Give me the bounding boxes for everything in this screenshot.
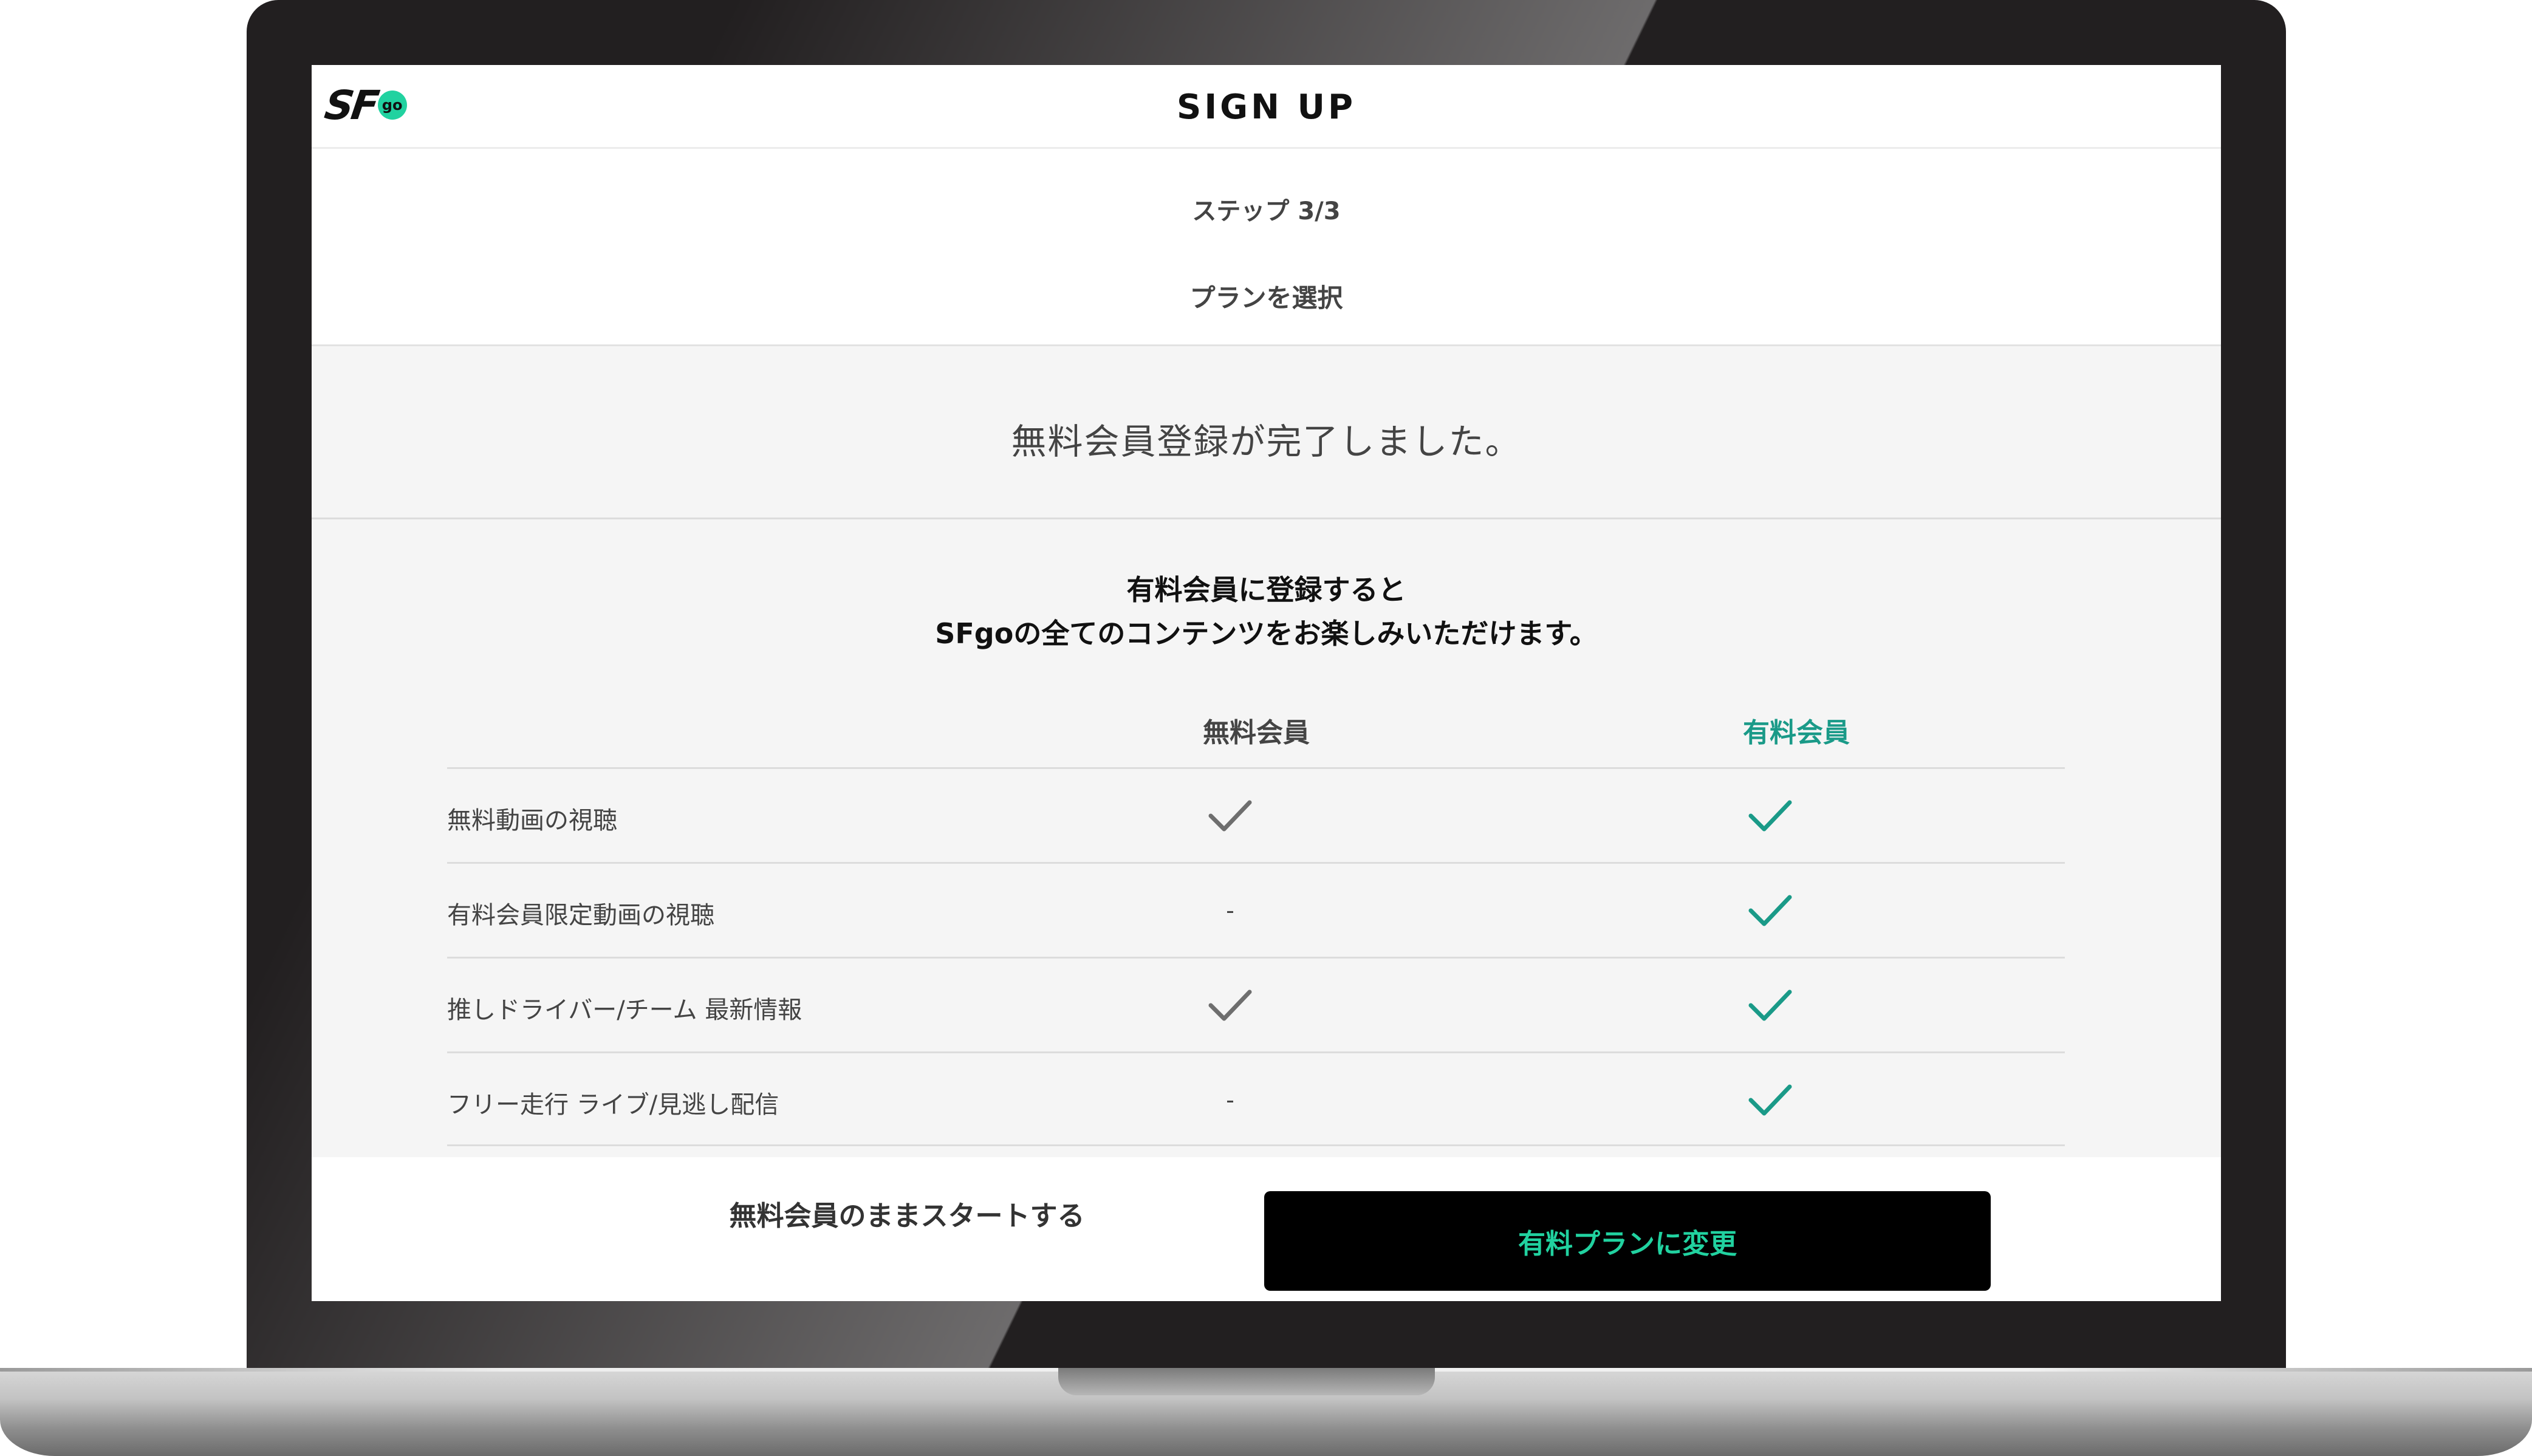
feature-table: 無料動画の視聴 有料会員限定動画の視聴 - 推しドライバー/チーム 最新情報 フリー走行…	[447, 767, 2065, 1146]
upgrade-plan-button[interactable]: 有料プランに変更	[1264, 1191, 1991, 1291]
page-title: SIGN UP	[1176, 87, 1356, 127]
feature-name: フリー走行 ライブ/見逃し配信	[447, 1091, 779, 1119]
paid-check-icon	[1709, 769, 1831, 862]
paid-plan-header: 有料会員	[1743, 717, 1850, 748]
completion-message: 無料会員登録が完了しました。	[1011, 421, 1522, 462]
feature-name: 推しドライバー/チーム 最新情報	[447, 996, 802, 1024]
table-row: 有料会員限定動画の視聴 -	[447, 862, 2065, 957]
table-row: 無料動画の視聴	[447, 767, 2065, 862]
free-check-icon	[1169, 959, 1291, 1051]
paid-check-icon	[1709, 1053, 1831, 1146]
screen: SF go SIGN UP ステップ 3/3 プランを選択 無料会員登録が完了し…	[312, 65, 2221, 1301]
promo-text: 有料会員に登録すると SFgoの全てのコンテンツをお楽しみいただけます。	[312, 568, 2221, 655]
paid-check-icon	[1709, 959, 1831, 1051]
feature-name: 有料会員限定動画の視聴	[447, 901, 714, 929]
continue-free-button[interactable]: 無料会員のままスタートする	[694, 1157, 1120, 1270]
plan-comparison: 有料会員に登録すると SFgoの全てのコンテンツをお楽しみいただけます。 無料会…	[312, 519, 2221, 1157]
table-row: フリー走行 ライブ/見逃し配信 -	[447, 1051, 2065, 1146]
free-unavailable-mark: -	[1226, 897, 1234, 924]
free-check-icon	[1169, 769, 1291, 862]
step-indicator: ステップ 3/3	[1192, 197, 1341, 225]
footer-actions: 無料会員のままスタートする 有料プランに変更	[312, 1157, 2221, 1301]
paid-check-icon	[1709, 864, 1831, 957]
feature-name: 無料動画の視聴	[447, 807, 617, 835]
top-bar: SF go SIGN UP	[312, 65, 2221, 149]
laptop-notch	[1058, 1368, 1435, 1395]
step-section: ステップ 3/3 プランを選択	[312, 149, 2221, 346]
promo-line-2: SFgoの全てのコンテンツをお楽しみいただけます。	[935, 617, 1598, 650]
free-unavailable-mark: -	[1226, 1086, 1234, 1113]
table-row: 推しドライバー/チーム 最新情報	[447, 957, 2065, 1051]
step-subtitle: プランを選択	[1189, 283, 1343, 313]
promo-line-1: 有料会員に登録すると	[1126, 573, 1406, 606]
free-plan-header: 無料会員	[1203, 717, 1310, 748]
completion-banner: 無料会員登録が完了しました。	[312, 346, 2221, 519]
